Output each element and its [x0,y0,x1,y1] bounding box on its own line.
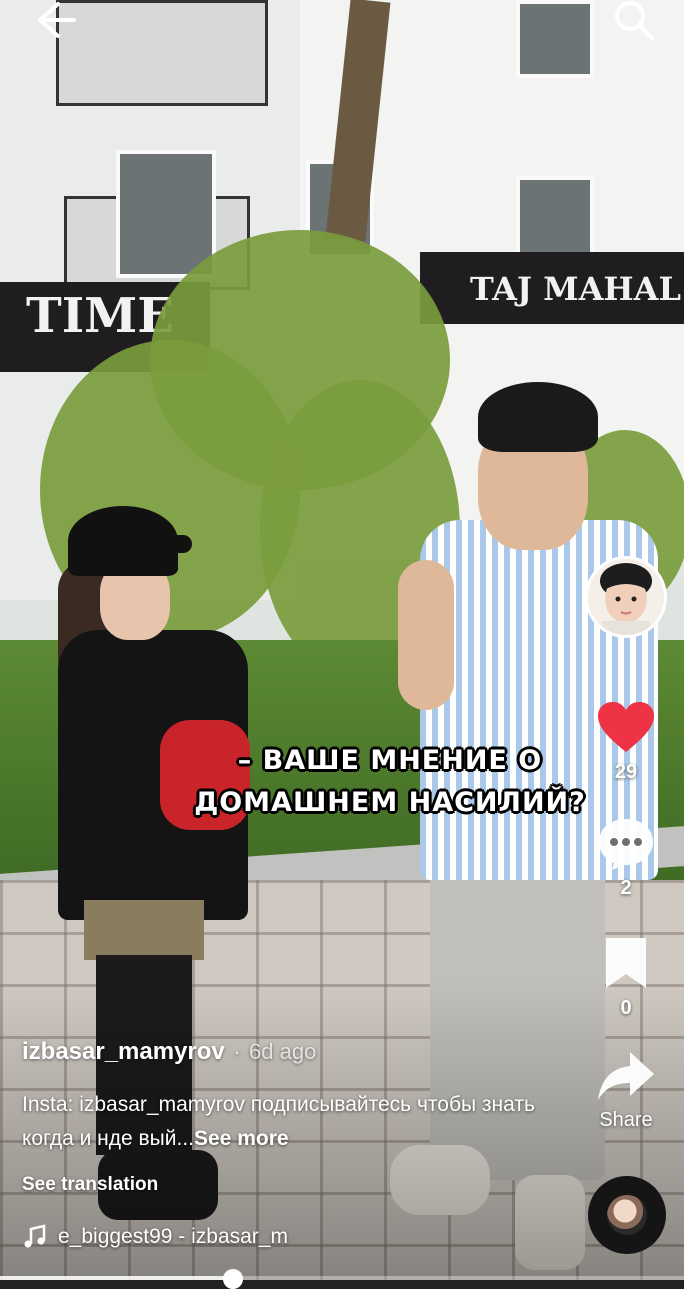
comment-count: 2 [620,877,632,899]
see-more-link[interactable]: See more [194,1127,289,1150]
playback-scrubber[interactable] [222,1269,243,1289]
caption-line-1: – ВАШЕ МНЕНИЕ О [237,745,543,776]
save-count: 0 [620,997,632,1019]
post-age: 6d ago [249,1039,317,1064]
post-meta: izbasar_mamyrov · 6d ago [22,1038,316,1066]
music-ticker[interactable]: e_biggest99 - izbasar_m [22,1224,288,1250]
share-arrow-icon [598,1052,654,1100]
comment-button[interactable]: 2 [576,816,676,900]
scene-sign-right-text: TAJ MAHAL [470,270,681,308]
share-button[interactable]: Share [576,1048,676,1132]
caption-line-2: ДОМАШНЕМ НАСИЛИЙ? [194,787,586,818]
creator-avatar[interactable] [585,556,667,638]
music-title: e_biggest99 - izbasar_m [58,1225,288,1248]
arrow-left-icon [38,2,76,38]
search-icon [615,1,654,40]
music-note-icon [24,1224,46,1248]
back-button[interactable] [28,0,82,40]
meta-separator: · [233,1039,241,1064]
scene-window [516,0,594,78]
video-caption: – ВАШЕ МНЕНИЕ О ДОМАШНЕМ НАСИЛИЙ? [150,740,630,824]
search-button[interactable] [606,0,662,44]
like-button[interactable]: 29 [576,700,676,784]
like-count: 29 [614,761,638,783]
share-label: Share [599,1109,653,1131]
save-button[interactable]: 0 [576,932,676,1020]
username-link[interactable]: izbasar_mamyrov [22,1038,225,1065]
music-disc[interactable] [588,1176,666,1254]
scene-balcony [56,0,268,106]
comment-bubble-icon [599,819,653,870]
see-translation-link[interactable]: See translation [22,1174,158,1196]
bookmark-icon [606,938,646,988]
post-description: Insta: izbasar_mamyrov подписывайтесь чт… [22,1088,582,1156]
avatar-image [588,559,664,635]
scene-window [116,150,216,278]
playback-progress-bar[interactable] [0,1269,684,1289]
playback-progress-fill [0,1276,233,1280]
music-disc-cover [607,1195,647,1235]
heart-icon [598,702,654,752]
